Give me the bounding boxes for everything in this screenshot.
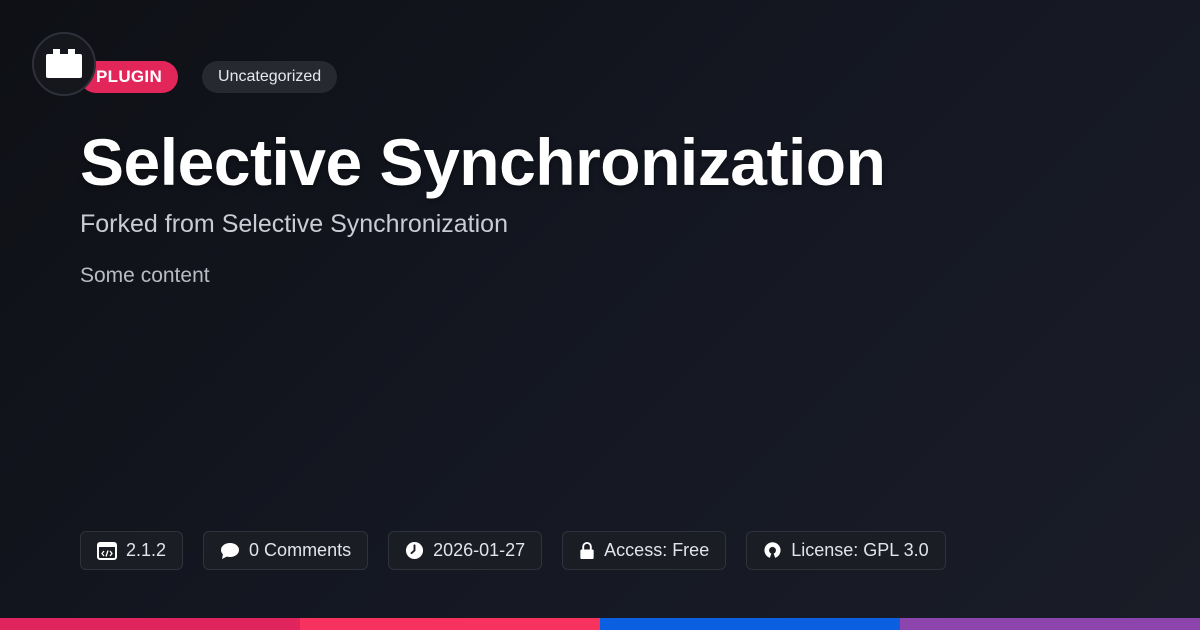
page-content: Some content <box>80 264 210 287</box>
license-chip: License: GPL 3.0 <box>746 531 946 570</box>
code-window-icon <box>97 541 117 560</box>
accent-bar-segment-4 <box>900 618 1200 630</box>
lock-icon <box>580 541 594 560</box>
logo-badge <box>32 32 96 96</box>
category-badge[interactable]: Uncategorized <box>202 61 338 93</box>
access-chip: Access: Free <box>562 531 727 570</box>
accent-bar-segment-1 <box>0 618 300 630</box>
meta-row: 2.1.2 0 Comments 2026-01-27 Access: Free… <box>80 531 946 570</box>
comment-bubble-icon <box>221 542 240 559</box>
comments-text: 0 Comments <box>249 540 352 560</box>
plugin-block-icon <box>46 49 82 78</box>
clock-icon <box>406 541 424 560</box>
accent-bar-segment-2 <box>300 618 600 630</box>
tag-row: PLUGIN Uncategorized <box>80 61 338 93</box>
access-text: Access: Free <box>604 540 710 560</box>
license-text: License: GPL 3.0 <box>791 540 929 560</box>
page-subtitle: Forked from Selective Synchronization <box>80 210 508 238</box>
color-accent-bar <box>0 618 1200 630</box>
version-text: 2.1.2 <box>126 540 167 560</box>
version-chip: 2.1.2 <box>80 531 184 570</box>
open-source-icon <box>764 542 781 558</box>
date-chip: 2026-01-27 <box>388 531 543 570</box>
date-text: 2026-01-27 <box>433 540 526 560</box>
comments-chip[interactable]: 0 Comments <box>203 531 369 570</box>
accent-bar-segment-3 <box>600 618 900 630</box>
page-title: Selective Synchronization <box>80 125 886 199</box>
